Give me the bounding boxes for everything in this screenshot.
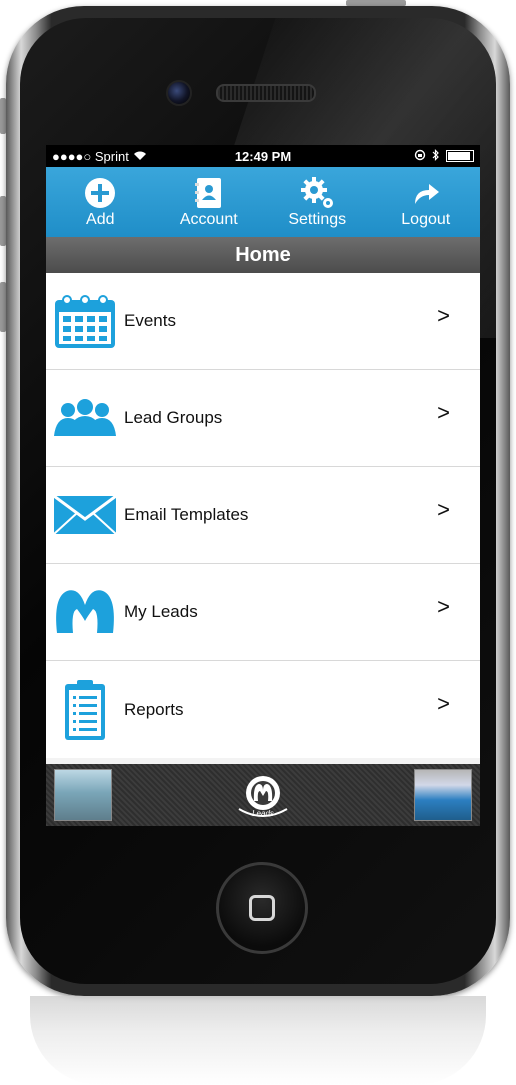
m-logo-icon — [50, 577, 120, 647]
earpiece-speaker — [216, 84, 316, 102]
settings-label: Settings — [288, 211, 347, 228]
app-logo: Leads — [233, 773, 293, 818]
menu-label-email-templates: Email Templates — [124, 505, 249, 524]
chevron-right-icon: > — [437, 594, 450, 619]
account-label: Account — [179, 211, 238, 228]
menu-item-email-templates[interactable]: Email Templates > — [46, 467, 480, 564]
chevron-right-icon: > — [437, 497, 450, 522]
menu-label-my-leads: My Leads — [124, 602, 198, 621]
logout-button[interactable]: Logout — [372, 167, 481, 237]
home-menu: Events > Lead Groups > Email Templates >… — [46, 273, 480, 758]
menu-label-events: Events — [124, 311, 176, 330]
chevron-right-icon: > — [437, 400, 450, 425]
menu-item-reports[interactable]: Reports > — [46, 661, 480, 758]
curved-arrow-icon — [411, 176, 441, 210]
phone-reflection — [30, 996, 486, 1085]
menu-item-lead-groups[interactable]: Lead Groups > — [46, 370, 480, 467]
account-button[interactable]: Account — [155, 167, 264, 237]
settings-button[interactable]: Settings — [263, 167, 372, 237]
page-title-bar: Home — [46, 237, 480, 273]
chevron-right-icon: > — [437, 303, 450, 328]
battery-icon — [446, 150, 474, 162]
envelope-icon — [50, 480, 120, 550]
add-label: Add — [86, 211, 115, 228]
logo-text: Leads — [252, 808, 274, 818]
menu-label-lead-groups: Lead Groups — [124, 408, 223, 427]
home-square-icon — [249, 895, 275, 921]
front-camera — [166, 80, 192, 106]
home-button[interactable] — [216, 862, 308, 954]
menu-label-reports: Reports — [124, 699, 184, 719]
add-button[interactable]: Add — [46, 167, 155, 237]
chevron-right-icon: > — [437, 691, 450, 716]
menu-item-events[interactable]: Events > — [46, 273, 480, 370]
menu-item-my-leads[interactable]: My Leads > — [46, 564, 480, 661]
calendar-icon — [50, 286, 120, 356]
promo-thumbnail-right[interactable] — [414, 769, 472, 821]
status-time: 12:49 PM — [234, 148, 292, 164]
plus-circle-icon — [84, 176, 116, 210]
page-title: Home — [235, 243, 291, 266]
footer-bar: Leads — [46, 764, 480, 826]
logout-label: Logout — [401, 211, 451, 228]
promo-thumbnail-left[interactable] — [54, 769, 112, 821]
clipboard-icon — [50, 675, 120, 745]
people-group-icon — [50, 383, 120, 453]
contact-book-icon — [192, 176, 226, 210]
top-toolbar: Add Account Settings Logout — [46, 167, 480, 237]
status-bar: ●●●●○ Sprint 12:49 PM — [46, 145, 480, 167]
app-screen: ●●●●○ Sprint 12:49 PM Add Account Settin… — [46, 145, 480, 826]
gear-icon — [297, 176, 337, 210]
